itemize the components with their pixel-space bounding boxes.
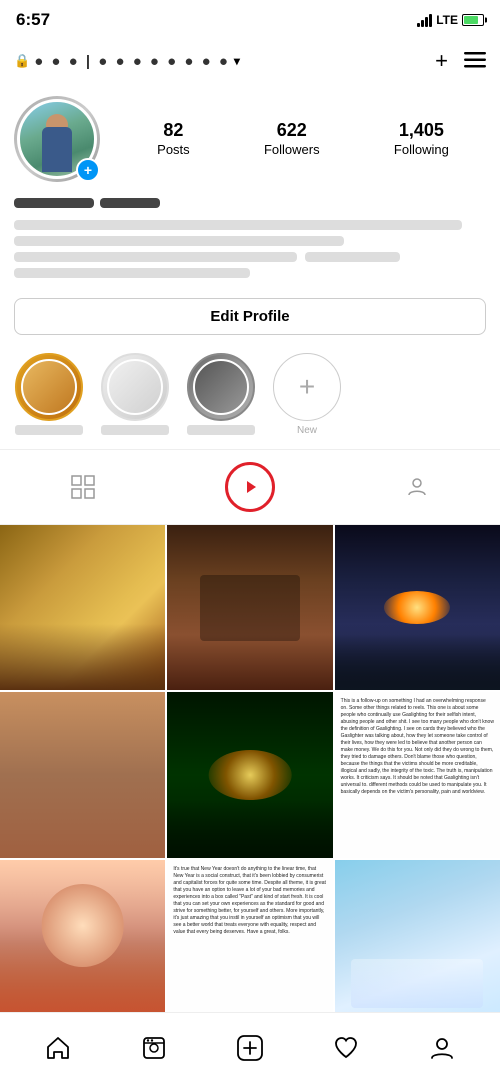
following-stat[interactable]: 1,405 Following [394,120,449,159]
tab-grid[interactable] [0,450,167,524]
header-actions: + [435,48,486,74]
home-icon [45,1035,71,1061]
signal-bars-icon [417,13,432,27]
hamburger-icon [464,52,486,68]
scrollable-content: + 82 Posts 622 Followers 1,405 Following [0,86,500,1012]
highlight-add-label: New [273,425,341,435]
lock-icon: 🔒 [14,53,30,69]
highlight-add-item[interactable]: + New [272,353,342,435]
reels-circle [225,462,275,512]
highlight-item-3[interactable] [186,353,256,435]
status-icons: LTE [417,13,484,27]
followers-count: 622 [264,120,320,141]
plus-icon: + [435,48,448,73]
post-item-9[interactable] [335,860,500,1012]
menu-button[interactable] [464,52,486,71]
highlight-add-icon: + [299,371,315,403]
nav-profile[interactable] [417,1023,467,1073]
highlight-thumb-3 [193,359,249,415]
posts-stat[interactable]: 82 Posts [157,120,190,159]
battery-fill [464,16,478,24]
post-item-5[interactable] [167,692,332,857]
highlight-item-2[interactable] [100,353,170,435]
following-count: 1,405 [394,120,449,141]
highlight-ring-1 [15,353,83,421]
nav-add[interactable] [225,1023,275,1073]
post-item-6[interactable]: This is a follow-up on something I had a… [335,692,500,857]
highlight-thumb-2 [107,359,163,415]
nav-activity[interactable] [321,1023,371,1073]
highlight-label-2 [101,425,169,435]
add-story-button[interactable]: + [76,158,100,182]
profile-section: + 82 Posts 622 Followers 1,405 Following [0,86,500,188]
posts-grid: This is a follow-up on something I had a… [0,525,500,1012]
highlight-label-3 [187,425,255,435]
bio-name-line [14,198,486,214]
reels-nav-icon [141,1035,167,1061]
followers-label: Followers [264,142,320,157]
avatar-body [42,127,72,172]
profile-nav-icon [429,1035,455,1061]
bio-line-2 [14,236,344,246]
post-text-overlay-1: This is a follow-up on something I had a… [335,692,500,857]
bio-line-3-container [14,252,486,262]
profile-top: + 82 Posts 622 Followers 1,405 Following [14,96,486,182]
following-label: Following [394,142,449,157]
bio-name-block [14,198,94,208]
post-item-4[interactable] [0,692,165,857]
bio-line-3b [305,252,399,262]
add-content-button[interactable]: + [435,48,448,74]
post-item-1[interactable] [0,525,165,690]
nav-reels[interactable] [129,1023,179,1073]
reels-icon [240,477,260,497]
posts-label: Posts [157,142,190,157]
edit-profile-button[interactable]: Edit Profile [14,298,486,335]
post-text-overlay-2: It's true that New Year doesn't do anyth… [167,860,332,1012]
grid-icon [71,475,95,499]
chevron-down-icon[interactable]: ▾ [234,54,240,68]
username-text: ● ● ● | ● ● ● ● ● ● ● ● [34,53,230,70]
add-post-icon [236,1034,264,1062]
avatar-container[interactable]: + [14,96,100,182]
bottom-nav [0,1012,500,1082]
lte-indicator: LTE [436,13,458,27]
bio-line-3 [14,252,297,262]
battery-icon [462,14,484,26]
tab-reels[interactable] [167,450,334,524]
bio-line-1 [14,220,462,230]
bio-line-4 [14,268,250,278]
heart-icon [333,1035,359,1061]
highlight-thumb-1 [21,359,77,415]
status-bar: 6:57 LTE [0,0,500,36]
tab-tagged[interactable] [333,450,500,524]
status-time: 6:57 [16,10,50,30]
bio-section [0,188,500,292]
highlight-ring-3 [187,353,255,421]
highlights-row: + New [0,347,500,449]
bio-name-block-2 [100,198,160,208]
highlight-ring-2 [101,353,169,421]
posts-count: 82 [157,120,190,141]
post-item-2[interactable] [167,525,332,690]
highlight-item-1[interactable] [14,353,84,435]
tabs-row [0,449,500,525]
nav-home[interactable] [33,1023,83,1073]
header-username-area[interactable]: 🔒 ● ● ● | ● ● ● ● ● ● ● ● ▾ [14,53,240,70]
post-item-3[interactable] [335,525,500,690]
post-item-8[interactable]: It's true that New Year doesn't do anyth… [167,860,332,1012]
header: 🔒 ● ● ● | ● ● ● ● ● ● ● ● ▾ + [0,36,500,86]
post-item-7[interactable] [0,860,165,1012]
highlight-label-1 [15,425,83,435]
followers-stat[interactable]: 622 Followers [264,120,320,159]
stats-row: 82 Posts 622 Followers 1,405 Following [120,120,486,159]
highlight-add-ring: + [273,353,341,421]
tagged-icon [405,475,429,499]
